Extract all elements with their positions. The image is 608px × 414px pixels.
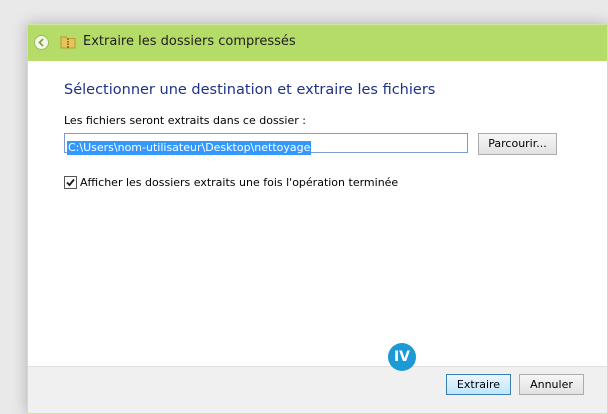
step-badge: IV xyxy=(388,343,416,371)
title-bar: Extraire les dossiers compressés xyxy=(28,25,607,61)
compressed-folder-icon xyxy=(60,34,76,50)
extract-button[interactable]: Extraire xyxy=(446,374,511,395)
back-arrow-icon[interactable] xyxy=(34,35,49,50)
show-extracted-checkbox[interactable] xyxy=(64,176,77,189)
show-extracted-label: Afficher les dossiers extraits une fois … xyxy=(80,176,399,189)
browse-button[interactable]: Parcourir... xyxy=(478,133,557,155)
destination-path-input[interactable]: C:\Users\nom-utilisateur\Desktop\nettoya… xyxy=(64,133,468,155)
destination-path-value: C:\Users\nom-utilisateur\Desktop\nettoya… xyxy=(67,141,312,155)
page-title: Sélectionner une destination et extraire… xyxy=(64,82,436,98)
extract-dialog: Extraire les dossiers compressés Sélecti… xyxy=(27,24,608,414)
destination-label: Les fichiers seront extraits dans ce dos… xyxy=(64,114,306,127)
window-title: Extraire les dossiers compressés xyxy=(83,34,296,49)
cancel-button[interactable]: Annuler xyxy=(519,374,584,395)
